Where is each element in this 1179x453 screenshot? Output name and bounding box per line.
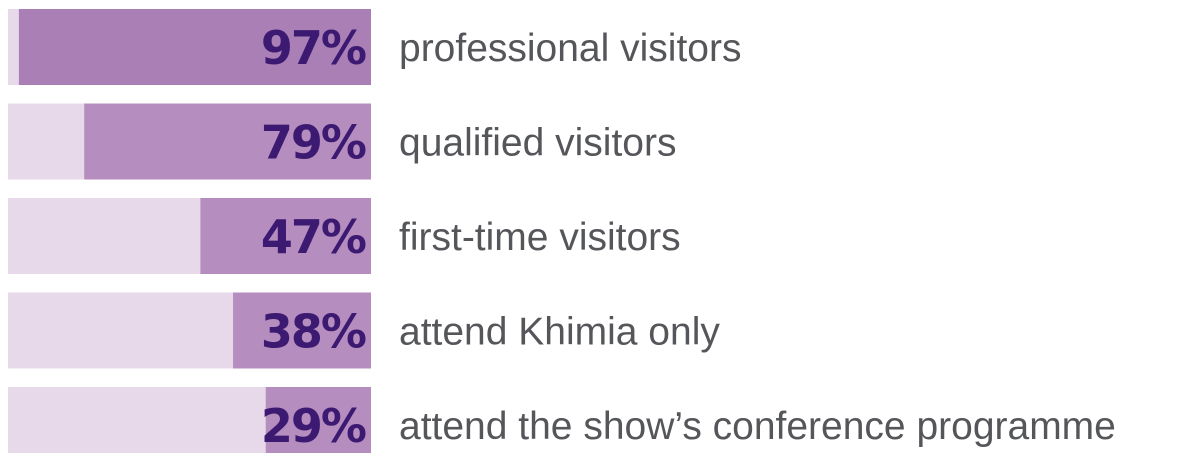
category-label: qualified visitors bbox=[399, 122, 676, 165]
bar-row: 79% qualified visitors bbox=[8, 103, 676, 180]
value-label: 97% bbox=[261, 21, 366, 75]
value-label: 38% bbox=[261, 305, 366, 359]
value-label: 79% bbox=[261, 116, 366, 170]
category-label: attend Khimia only bbox=[399, 311, 720, 354]
category-label: attend the show’s conference programme bbox=[399, 405, 1116, 448]
horizontal-bar-chart: 97% professional visitors 79% qualified vis… bbox=[8, 9, 1116, 453]
bar-row: 38% attend Khimia only bbox=[8, 292, 720, 369]
category-label: professional visitors bbox=[399, 27, 741, 70]
value-label: 29% bbox=[261, 399, 366, 453]
bar-row: 47% first-time visitors bbox=[8, 198, 681, 274]
category-label: first-time visitors bbox=[399, 216, 681, 259]
bar-row: 29% attend the show’s conference programm… bbox=[8, 387, 1116, 453]
value-label: 47% bbox=[261, 210, 366, 264]
bar-row: 97% professional visitors bbox=[8, 9, 741, 85]
